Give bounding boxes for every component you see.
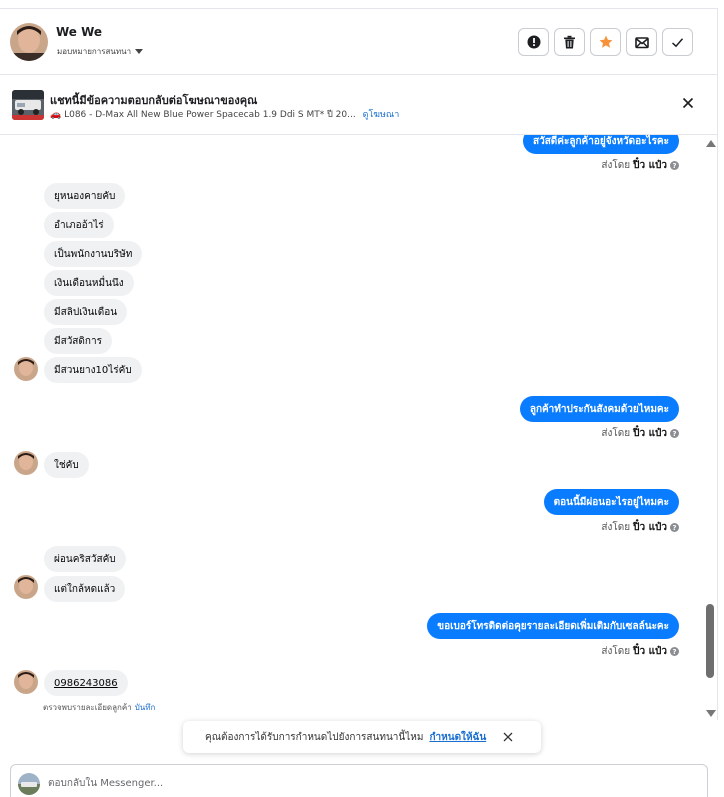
close-icon[interactable] bbox=[681, 96, 695, 110]
assign-prompt-text: คุณต้องการได้รับการกำหนดไปยังการสนทนานี้… bbox=[205, 731, 424, 743]
message-bubble-incoming[interactable]: มีสลิปเงินเดือน bbox=[44, 299, 128, 325]
ad-name: L086 - D-Max All New Blue Power Spacecab… bbox=[64, 110, 356, 120]
message-bubble-outgoing[interactable]: ขอเบอร์โทรติดต่อคุยรายละเอียดเพิ่มเติมกั… bbox=[427, 613, 679, 639]
message-bubble-incoming[interactable]: ใช่คับ bbox=[44, 452, 89, 478]
car-icon: 🚗 bbox=[50, 110, 62, 120]
message-bubble-incoming[interactable]: ผ่อนคริสวัสคับ bbox=[44, 546, 126, 572]
page-avatar bbox=[18, 773, 40, 795]
message-bubble-incoming[interactable]: มีสวัสดิการ bbox=[44, 328, 112, 354]
mark-unread-button[interactable] bbox=[626, 28, 657, 56]
thread-scrollbar[interactable] bbox=[704, 135, 718, 720]
sender-name: ปิ๋ว แป๋ว bbox=[633, 428, 667, 439]
reply-input-placeholder[interactable]: ตอบกลับใน Messenger... bbox=[48, 776, 163, 791]
star-icon bbox=[599, 35, 612, 48]
contact-avatar-small[interactable] bbox=[14, 451, 38, 475]
message-bubble-incoming[interactable]: อำเภออ้าไร่ bbox=[44, 212, 114, 238]
contact-avatar[interactable] bbox=[10, 23, 48, 61]
done-button[interactable] bbox=[662, 28, 693, 56]
help-icon[interactable]: ? bbox=[670, 161, 679, 170]
assign-prompt-toast: คุณต้องการได้รับการกำหนดไปยังการสนทนานี้… bbox=[183, 721, 541, 753]
contact-name[interactable]: We We bbox=[56, 25, 102, 39]
sent-by-label: ส่งโดย ปิ๋ว แป๋ว ? bbox=[601, 520, 679, 535]
reply-composer[interactable]: ตอบกลับใน Messenger... bbox=[10, 764, 708, 797]
close-icon[interactable] bbox=[503, 732, 513, 742]
message-bubble-outgoing[interactable]: ตอนนี้มีผ่อนอะไรอยู่ไหมคะ bbox=[543, 489, 679, 515]
message-bubble-incoming[interactable]: ยุหนองคายคับ bbox=[44, 183, 126, 209]
message-bubble-outgoing[interactable]: สวัสดีค่ะลูกค้าอยู่จังหวัดอะไรคะ bbox=[522, 135, 679, 154]
help-icon[interactable]: ? bbox=[670, 429, 679, 438]
contact-avatar-small[interactable] bbox=[14, 357, 38, 381]
contact-avatar-small[interactable] bbox=[14, 670, 38, 694]
sent-by-label: ส่งโดย ปิ๋ว แป๋ว ? bbox=[601, 644, 679, 659]
alert-icon bbox=[527, 35, 540, 49]
scroll-down-arrow-icon[interactable] bbox=[706, 710, 716, 717]
sender-name: ปิ๋ว แป๋ว bbox=[633, 160, 667, 171]
ad-banner-subtitle: 🚗 L086 - D-Max All New Blue Power Spacec… bbox=[50, 107, 399, 121]
message-bubble-incoming[interactable]: มีสวนยาง10ไร่คับ bbox=[44, 357, 142, 383]
save-detail-link[interactable]: บันทึก bbox=[135, 703, 156, 712]
ad-thumbnail[interactable] bbox=[12, 90, 44, 120]
view-ad-link[interactable]: ดูโฆษณา bbox=[363, 110, 400, 120]
scrollbar-thumb[interactable] bbox=[706, 604, 714, 678]
message-thread[interactable]: สวัสดีค่ะลูกค้าอยู่จังหวัดอะไรคะ ส่งโดย … bbox=[0, 135, 704, 720]
spam-button[interactable] bbox=[518, 28, 549, 56]
delete-button[interactable] bbox=[554, 28, 585, 56]
assign-to-me-link[interactable]: กำหนดให้ฉัน bbox=[429, 730, 486, 745]
sender-name: ปิ๋ว แป๋ว bbox=[633, 522, 667, 533]
assign-label: มอบหมายการสนทนา bbox=[57, 47, 132, 56]
scroll-up-arrow-icon[interactable] bbox=[706, 140, 716, 147]
message-bubble-incoming[interactable]: แต่ใกล้หดแล้ว bbox=[44, 576, 126, 602]
ad-reply-banner: แชทนี้มีข้อความตอบกลับต่อโฆษณาของคุณ 🚗 L… bbox=[0, 75, 718, 135]
caret-down-icon bbox=[135, 49, 144, 54]
trash-icon bbox=[564, 35, 575, 49]
message-bubble-incoming[interactable]: เป็นพนักงานบริษัท bbox=[44, 241, 143, 267]
contact-avatar-small[interactable] bbox=[14, 575, 38, 599]
sender-name: ปิ๋ว แป๋ว bbox=[633, 646, 667, 657]
sent-by-label: ส่งโดย ปิ๋ว แป๋ว ? bbox=[601, 426, 679, 441]
header-actions bbox=[518, 28, 693, 56]
message-bubble-incoming[interactable]: 0986243086 bbox=[44, 670, 128, 696]
assign-conversation-dropdown[interactable]: มอบหมายการสนทนา bbox=[57, 45, 144, 58]
conversation-header: We We มอบหมายการสนทนา bbox=[0, 8, 718, 75]
help-icon[interactable]: ? bbox=[670, 523, 679, 532]
star-button[interactable] bbox=[590, 28, 621, 56]
message-bubble-outgoing[interactable]: ลูกค้าทำประกันสังคมด้วยไหมคะ bbox=[519, 396, 679, 422]
customer-detail-notice: ตรวจพบรายละเอียดลูกค้า บันทึก bbox=[43, 703, 156, 712]
sent-by-label: ส่งโดย ปิ๋ว แป๋ว ? bbox=[601, 158, 679, 173]
check-icon bbox=[671, 37, 684, 47]
help-icon[interactable]: ? bbox=[670, 647, 679, 656]
envelope-icon bbox=[634, 36, 649, 48]
message-bubble-incoming[interactable]: เงินเดือนหมื่นนึง bbox=[44, 270, 134, 296]
phone-number-link[interactable]: 0986243086 bbox=[54, 678, 118, 689]
